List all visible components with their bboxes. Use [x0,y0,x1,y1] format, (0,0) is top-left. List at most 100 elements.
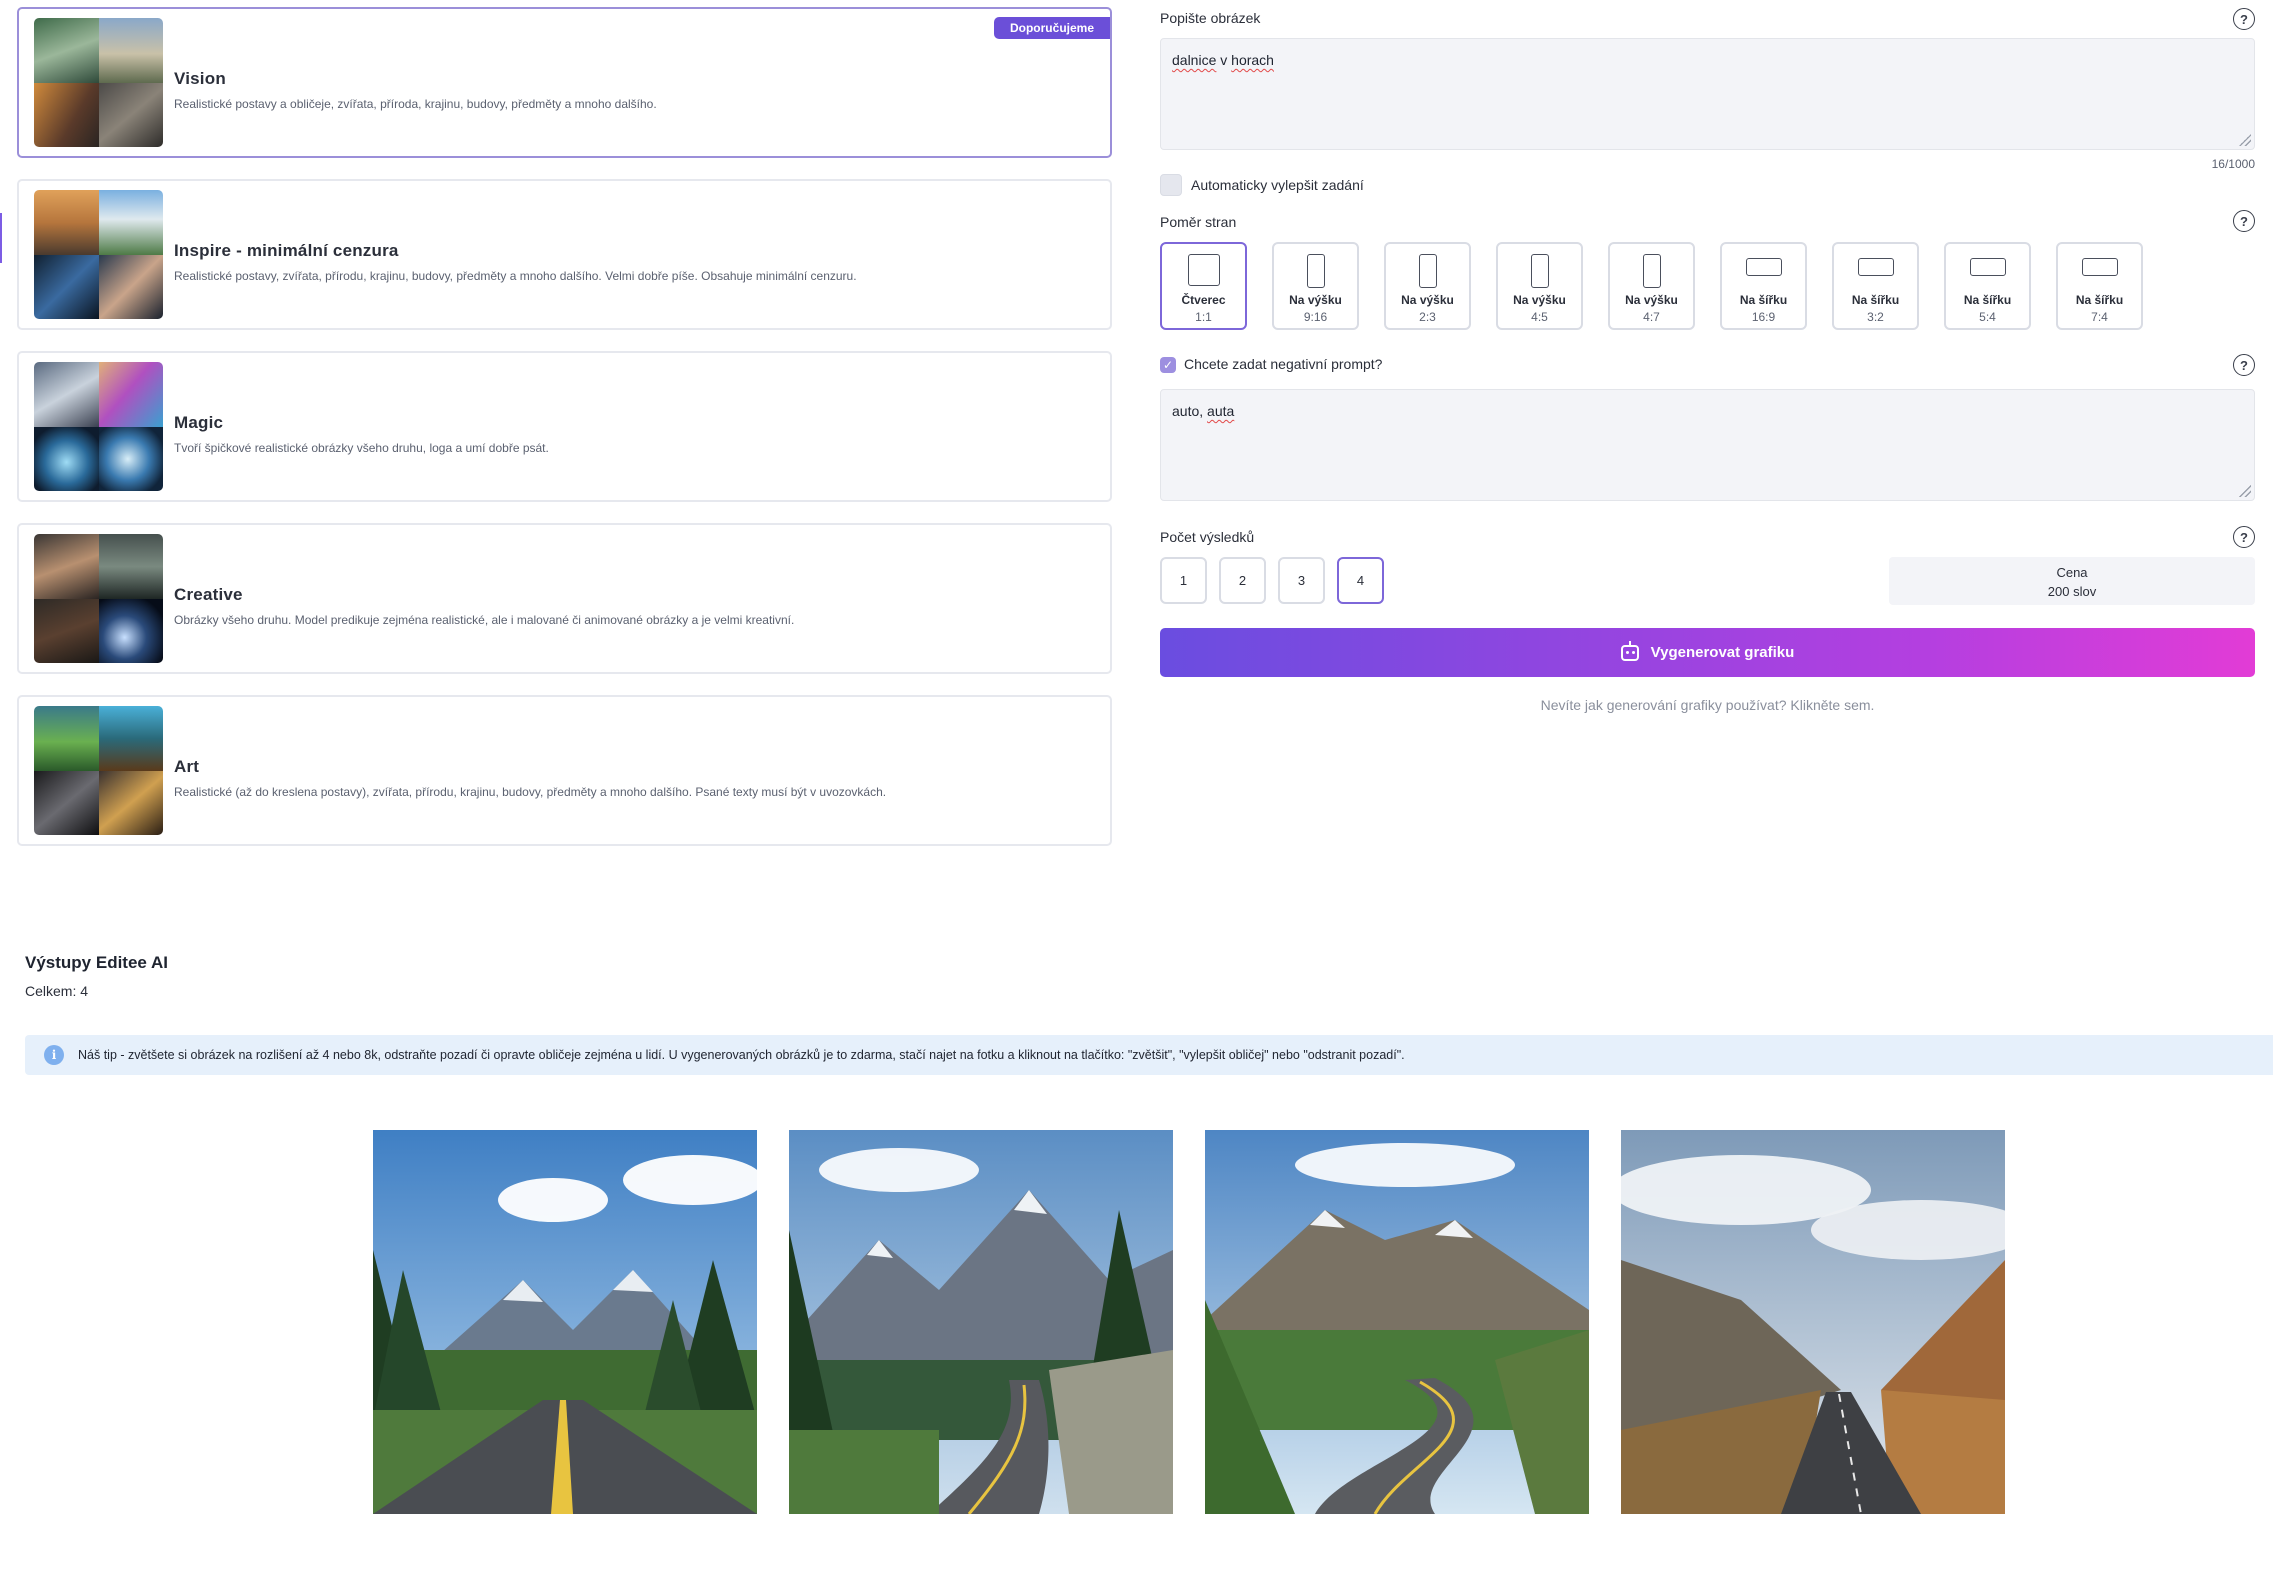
ratio-option-1-1[interactable]: Čtverec 1:1 [1160,242,1247,330]
ratio-name: Čtverec [1181,293,1226,307]
ratio-value: 5:4 [1979,310,1996,324]
price-label: Cena [2056,565,2088,580]
character-counter: 16/1000 [2211,157,2255,171]
ratio-option-4-7[interactable]: Na výšku 4:7 [1608,242,1695,330]
ratio-name: Na šířku [1851,293,1900,307]
ratio-option-2-3[interactable]: Na výšku 2:3 [1384,242,1471,330]
price-box: Cena 200 slov [1889,557,2255,605]
square-shape-icon [1187,254,1220,286]
ratio-value: 9:16 [1303,310,1328,324]
help-icon[interactable]: ? [2233,526,2255,548]
generate-button[interactable]: Vygenerovat grafiku [1160,628,2255,677]
model-description: Realistické postavy a obličeje, zvířata,… [174,96,657,111]
recommended-badge: Doporučujeme [993,17,1110,39]
model-name: Inspire - minimální cenzura [174,240,399,260]
model-description: Obrázky všeho druhu. Model predikuje zej… [174,612,795,627]
results-count-label: Počet výsledků [1160,529,1255,545]
model-name: Art [174,756,200,776]
count-option-3[interactable]: 3 [1278,557,1325,604]
landscape-phone-icon [1969,258,2006,276]
model-thumbnail [34,706,163,835]
prompt-label: Popište obrázek [1160,10,1261,26]
auto-improve-checkbox[interactable] [1160,174,1182,196]
ratio-option-9-16[interactable]: Na výšku 9:16 [1272,242,1359,330]
resize-handle-icon[interactable] [2239,485,2251,497]
ratio-value: 4:5 [1531,310,1548,324]
ratio-option-4-5[interactable]: Na výšku 4:5 [1496,242,1583,330]
model-name: Vision [174,68,226,88]
count-option-2[interactable]: 2 [1219,557,1266,604]
model-card-magic[interactable]: Magic Tvoří špičkové realistické obrázky… [17,351,1112,502]
result-gallery [373,1130,2005,1514]
model-thumbnail [34,18,163,147]
auto-improve-label: Automaticky vylepšit zadání [1191,177,1364,193]
negative-prompt-textarea[interactable]: auto, auta [1160,389,2255,501]
result-image[interactable] [1621,1130,2005,1514]
info-icon: i [44,1045,64,1065]
outputs-total: Celkem: 4 [25,983,89,999]
negative-word: auto, [1172,403,1204,419]
model-card-vision[interactable]: Vision Realistické postavy a obličeje, z… [17,7,1112,158]
price-value: 200 slov [2047,584,2097,599]
result-image[interactable] [789,1130,1173,1514]
model-thumbnail [34,534,163,663]
model-description: Tvoří špičkové realistické obrázky všeho… [174,440,549,455]
ratio-name: Na výšku [1289,293,1342,307]
prompt-word: dalnice [1172,52,1217,68]
portrait-phone-icon [1642,254,1661,288]
negative-prompt-label: Chcete zadat negativní prompt? [1184,356,1383,372]
prompt-textarea[interactable]: dalnice v horach [1160,38,2255,150]
ratio-option-7-4[interactable]: Na šířku 7:4 [2056,242,2143,330]
landscape-phone-icon [2081,258,2118,276]
result-image[interactable] [1205,1130,1589,1514]
ratio-value: 7:4 [2091,310,2108,324]
ratio-name: Na šířku [1963,293,2012,307]
landscape-phone-icon [1745,258,1782,276]
portrait-phone-icon [1306,254,1325,288]
ratio-value: 3:2 [1867,310,1884,324]
model-description: Realistické (až do kreslena postavy), zv… [174,784,887,799]
landscape-phone-icon [1857,258,1894,276]
count-option-4[interactable]: 4 [1337,557,1384,604]
ratio-option-16-9[interactable]: Na šířku 16:9 [1720,242,1807,330]
model-name: Magic [174,412,224,432]
negative-word: auta [1207,403,1235,419]
aspect-ratio-label: Poměr stran [1160,214,1237,230]
model-thumbnail [34,190,163,319]
count-option-1[interactable]: 1 [1160,557,1207,604]
ratio-value: 2:3 [1419,310,1436,324]
portrait-phone-icon [1530,254,1549,288]
resize-handle-icon[interactable] [2239,134,2251,146]
model-thumbnail [34,362,163,491]
outputs-title: Výstupy Editee AI [25,953,168,972]
model-card-art[interactable]: Art Realistické (až do kreslena postavy)… [17,695,1112,846]
model-card-creative[interactable]: Creative Obrázky všeho druhu. Model pred… [17,523,1112,674]
model-description: Realistické postavy, zvířata, přírodu, k… [174,268,857,283]
tip-banner: i Náš tip - zvětšete si obrázek na rozli… [25,1035,2273,1075]
ratio-option-5-4[interactable]: Na šířku 5:4 [1944,242,2031,330]
result-image[interactable] [373,1130,757,1514]
aspect-ratio-options: Čtverec 1:1 Na výšku 9:16 Na výšku 2:3 N… [1160,242,2143,330]
model-name: Creative [174,584,243,604]
results-count-options: 1 2 3 4 [1160,557,1384,604]
ratio-value: 1:1 [1195,310,1212,324]
robot-icon [1620,640,1639,661]
ratio-name: Na šířku [1739,293,1788,307]
help-icon[interactable]: ? [2233,8,2255,30]
model-card-inspire[interactable]: Inspire - minimální cenzura Realistické … [17,179,1112,330]
generate-label: Vygenerovat grafiku [1650,644,1795,661]
ratio-name: Na šířku [2075,293,2124,307]
tip-text: Náš tip - zvětšete si obrázek na rozliše… [78,1048,1405,1062]
help-icon[interactable]: ? [2233,210,2255,232]
prompt-word: v [1220,52,1228,68]
help-link[interactable]: Nevíte jak generování grafiky používat? … [1160,697,2255,713]
help-icon[interactable]: ? [2233,354,2255,376]
portrait-phone-icon [1418,254,1437,288]
ratio-name: Na výšku [1513,293,1566,307]
ratio-option-3-2[interactable]: Na šířku 3:2 [1832,242,1919,330]
active-indicator [0,213,2,263]
negative-prompt-checkbox[interactable]: ✓ [1160,357,1176,373]
prompt-word: horach [1231,52,1274,68]
ratio-value: 4:7 [1643,310,1660,324]
ratio-name: Na výšku [1625,293,1678,307]
